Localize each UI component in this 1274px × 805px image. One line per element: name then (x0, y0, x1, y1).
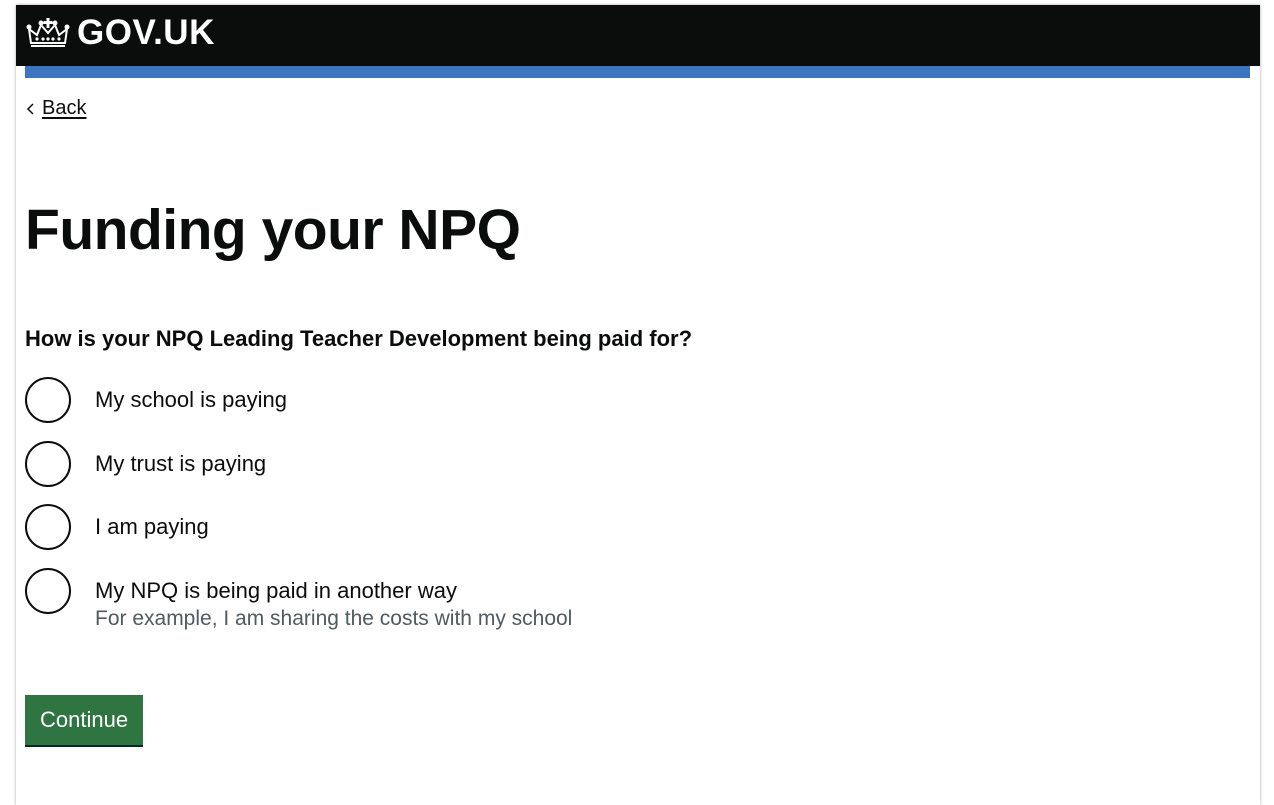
govuk-logo-link[interactable]: GOV.UK (25, 13, 215, 53)
crown-icon (26, 18, 70, 47)
radio-option-trust[interactable]: My trust is paying (25, 441, 266, 487)
radio-text: I am paying (95, 504, 209, 550)
question-legend: How is your NPQ Leading Teacher Developm… (25, 326, 693, 351)
back-link-label: Back (42, 97, 87, 119)
continue-button[interactable]: Continue (25, 695, 144, 745)
logo-text: GOV.UK (77, 13, 215, 52)
radio-text: My NPQ is being paid in another way For … (95, 568, 572, 632)
radio-label: My trust is paying (95, 451, 267, 476)
header-stripe (25, 66, 1250, 78)
radio-button[interactable] (25, 441, 71, 487)
radio-button[interactable] (25, 504, 71, 550)
radio-button[interactable] (25, 568, 71, 614)
chevron-left-icon (26, 102, 34, 115)
radio-label: My school is paying (95, 387, 287, 412)
radio-option-school[interactable]: My school is paying (25, 377, 287, 423)
site-header: GOV.UK (16, 5, 1260, 66)
radio-button[interactable] (25, 377, 71, 423)
page-frame: GOV.UK Back Funding your NPQ How is your… (16, 5, 1260, 805)
radio-option-self[interactable]: I am paying (25, 504, 209, 550)
radio-label: I am paying (95, 514, 209, 539)
page-title: Funding your NPQ (25, 198, 521, 262)
radio-hint: For example, I am sharing the costs with… (95, 607, 573, 630)
back-link[interactable]: Back (26, 97, 86, 120)
radio-option-other[interactable]: My NPQ is being paid in another way For … (25, 568, 572, 632)
radio-text: My school is paying (95, 377, 287, 423)
radio-text: My trust is paying (95, 441, 266, 487)
